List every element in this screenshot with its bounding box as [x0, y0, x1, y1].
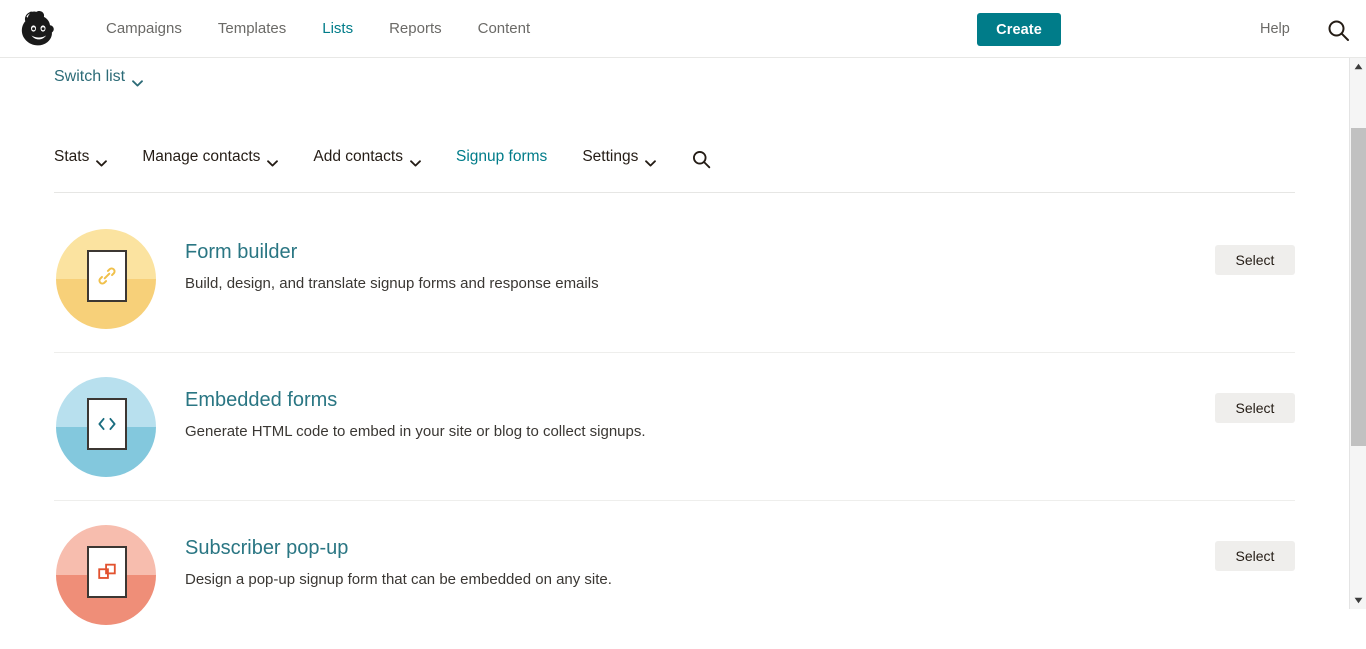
search-glyph	[1328, 20, 1349, 41]
list-item-text: Subscriber pop-up Design a pop-up signup…	[185, 537, 1085, 590]
nav-item-campaigns[interactable]: Campaigns	[88, 0, 200, 58]
subnav-label-stats: Stats	[54, 148, 90, 165]
nav-item-lists[interactable]: Lists	[304, 0, 371, 58]
overlapping-squares-glyph	[98, 563, 116, 579]
icon-plate	[87, 546, 127, 598]
triangle-up-icon[interactable]	[1350, 58, 1366, 75]
icon-plate	[87, 250, 127, 302]
list-item-text: Embedded forms Generate HTML code to emb…	[185, 389, 1085, 442]
list-subnav: Stats Manage contacts Add contacts Signu…	[54, 148, 1295, 193]
angle-brackets-glyph	[98, 417, 116, 431]
scrollbar-thumb[interactable]	[1351, 128, 1366, 446]
list-item[interactable]: Subscriber pop-up Design a pop-up signup…	[54, 501, 1295, 649]
signup-form-type-list: Form builder Build, design, and translat…	[54, 205, 1295, 649]
form-type-description: Generate HTML code to embed in your site…	[185, 423, 646, 440]
top-header-bar: Campaigns Templates Lists Reports Conten…	[0, 0, 1366, 58]
nav-item-content[interactable]: Content	[460, 0, 549, 58]
chevron-down-icon	[96, 154, 108, 166]
search-icon[interactable]	[1326, 18, 1350, 42]
select-button[interactable]: Select	[1215, 541, 1295, 571]
freddie-logo-icon	[21, 11, 54, 46]
list-item[interactable]: Form builder Build, design, and translat…	[54, 205, 1295, 353]
subnav-label-add-contacts: Add contacts	[313, 148, 403, 165]
code-form-icon	[56, 377, 156, 477]
subnav-label-settings: Settings	[582, 148, 639, 165]
select-button[interactable]: Select	[1215, 245, 1295, 275]
subnav-label-signup-forms: Signup forms	[455, 148, 548, 165]
primary-nav: Campaigns Templates Lists Reports Conten…	[88, 0, 548, 58]
subnav-label-manage-contacts: Manage contacts	[142, 148, 261, 165]
nav-item-templates[interactable]: Templates	[200, 0, 304, 58]
chain-link-glyph	[98, 267, 116, 285]
triangle-down-icon[interactable]	[1350, 592, 1366, 609]
chevron-down-icon	[410, 154, 421, 166]
search-icon[interactable]	[691, 149, 711, 169]
link-form-icon	[56, 229, 156, 329]
switch-list-label: Switch list	[54, 68, 126, 85]
subnav-item-stats[interactable]: Stats	[54, 148, 108, 166]
page-scrollbar[interactable]	[1349, 58, 1366, 609]
select-button[interactable]: Select	[1215, 393, 1295, 423]
icon-plate	[87, 398, 127, 450]
nav-item-reports[interactable]: Reports	[371, 0, 460, 58]
list-item[interactable]: Embedded forms Generate HTML code to emb…	[54, 353, 1295, 501]
subnav-item-add-contacts[interactable]: Add contacts	[313, 148, 421, 166]
form-type-title-link[interactable]: Subscriber pop-up	[185, 537, 348, 560]
form-type-description: Design a pop-up signup form that can be …	[185, 571, 612, 588]
subnav-item-manage-contacts[interactable]: Manage contacts	[142, 148, 279, 166]
create-button[interactable]: Create	[977, 13, 1061, 46]
form-type-title-link[interactable]: Embedded forms	[185, 389, 337, 412]
subnav-item-signup-forms[interactable]: Signup forms	[456, 148, 547, 166]
switch-list-dropdown[interactable]: Switch list	[54, 68, 144, 86]
help-link[interactable]: Help	[1260, 21, 1290, 37]
subnav-item-settings[interactable]: Settings	[582, 148, 657, 166]
chevron-down-icon	[132, 74, 144, 86]
search-glyph	[693, 151, 711, 169]
mailchimp-freddie-logo[interactable]	[16, 7, 62, 51]
chevron-down-icon	[267, 154, 279, 166]
chevron-down-icon	[645, 154, 657, 166]
form-type-description: Build, design, and translate signup form…	[185, 275, 599, 292]
list-item-text: Form builder Build, design, and translat…	[185, 241, 1085, 294]
form-type-title-link[interactable]: Form builder	[185, 241, 297, 264]
popup-form-icon	[56, 525, 156, 625]
